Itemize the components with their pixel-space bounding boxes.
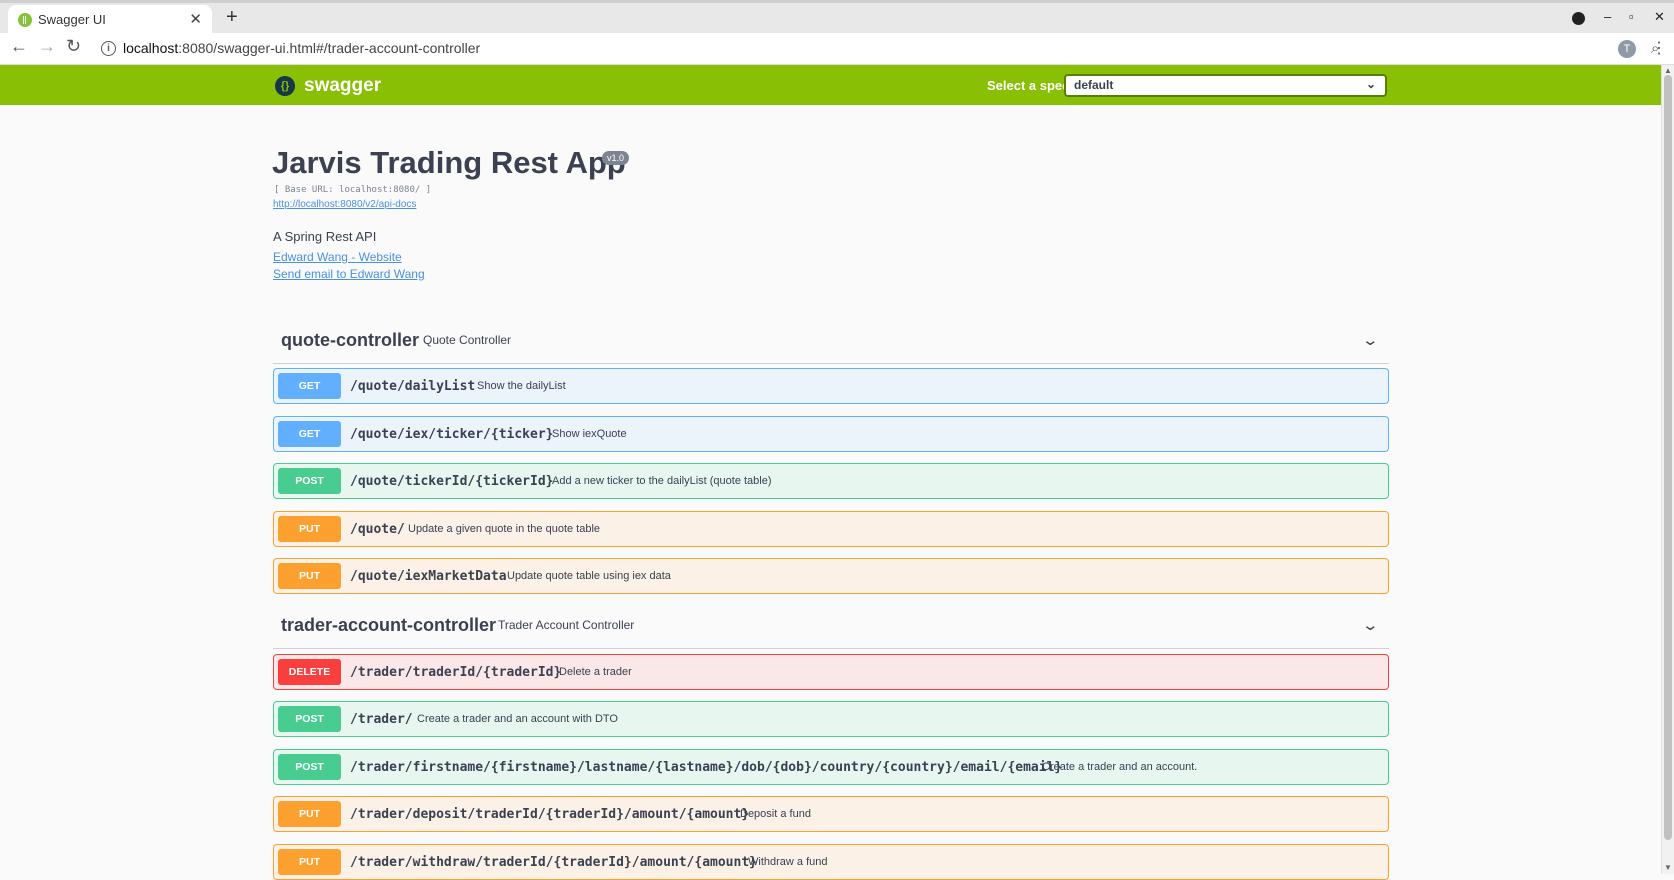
section-title: trader-account-controller — [281, 615, 497, 635]
operation-summary: Update quote table using iex data — [507, 570, 671, 582]
operation-row[interactable]: POST /trader/firstname/{firstname}/lastn… — [273, 749, 1389, 785]
reload-button[interactable]: ↻ — [66, 36, 81, 57]
page-title: Jarvis Trading Rest App — [272, 145, 626, 180]
info-icon[interactable]: i — [101, 41, 116, 56]
scroll-down-arrow-icon[interactable]: ▼ — [1664, 863, 1672, 872]
method-badge-post: POST — [278, 754, 341, 780]
chevron-down-icon[interactable]: ⌄ — [1362, 616, 1380, 634]
back-button[interactable]: ← — [10, 36, 28, 57]
operation-path: /trader/withdraw/traderId/{traderId}/amo… — [350, 855, 757, 870]
section-quote-controller[interactable]: quote-controller Quote Controller ⌄ — [273, 320, 1389, 364]
swagger-logo-icon[interactable]: {} — [275, 76, 295, 96]
method-badge-put: PUT — [278, 516, 341, 542]
swagger-brand[interactable]: swagger — [304, 75, 381, 97]
scrollbar-thumb[interactable] — [1664, 75, 1672, 840]
operation-summary: Add a new ticker to the dailyList (quote… — [552, 475, 772, 487]
method-badge-post: POST — [278, 468, 341, 494]
operation-row[interactable]: PUT /quote/iexMarketData Update quote ta… — [273, 558, 1389, 594]
tab-title: Swagger UI — [38, 12, 106, 27]
method-badge-delete: DELETE — [278, 659, 341, 685]
operation-summary: Withdraw a fund — [748, 856, 828, 868]
operation-row[interactable]: DELETE /trader/traderId/{traderId} Delet… — [273, 654, 1389, 690]
section-description: Trader Account Controller — [498, 618, 635, 632]
address-bar[interactable]: i localhost:8080/swagger-ui.html#/trader… — [96, 36, 1659, 62]
window-minimize-button[interactable]: – — [1604, 9, 1611, 24]
operation-row[interactable]: POST /trader/ Create a trader and an acc… — [273, 701, 1389, 737]
operation-path: /quote/iex/ticker/{ticker} — [350, 427, 554, 442]
chevron-down-icon[interactable]: ⌄ — [1362, 331, 1380, 349]
operation-path: /quote/dailyList — [350, 379, 476, 394]
section-title: quote-controller — [281, 330, 419, 350]
operation-path: /trader/firstname/{firstname}/lastname/{… — [350, 760, 1063, 775]
swagger-topbar: {} swagger Select a spec default ⌄ — [0, 65, 1661, 105]
method-badge-put: PUT — [278, 849, 341, 875]
browser-toolbar: ← → ↻ i localhost:8080/swagger-ui.html#/… — [0, 33, 1674, 65]
email-link[interactable]: Send email to Edward Wang — [273, 267, 425, 281]
spec-select-value: default — [1074, 78, 1114, 92]
profile-avatar[interactable]: T — [1618, 40, 1636, 58]
method-badge-get: GET — [278, 421, 341, 447]
operation-path: /quote/ — [350, 522, 405, 537]
window-maximize-button[interactable]: ▫ — [1629, 9, 1634, 24]
operation-path: /quote/tickerId/{tickerId} — [350, 474, 554, 489]
operation-row[interactable]: GET /quote/dailyList Show the dailyList — [273, 368, 1389, 404]
new-tab-button[interactable]: + — [226, 6, 238, 29]
operation-row[interactable]: PUT /trader/withdraw/traderId/{traderId}… — [273, 844, 1389, 880]
operation-summary: Create a trader and an account. — [1042, 761, 1198, 773]
operation-row[interactable]: PUT /trader/deposit/traderId/{traderId}/… — [273, 796, 1389, 832]
operation-row[interactable]: PUT /quote/ Update a given quote in the … — [273, 511, 1389, 547]
operation-summary: Create a trader and an account with DTO — [417, 713, 618, 725]
operation-summary: Show iexQuote — [552, 428, 627, 440]
swagger-favicon-icon — [18, 13, 32, 27]
browser-tabstrip: Swagger UI ✕ + – ▫ ✕ — [0, 0, 1674, 36]
url-path: :8080/swagger-ui.html#/trader-account-co… — [178, 40, 481, 56]
method-badge-put: PUT — [278, 563, 341, 589]
operation-path: /quote/iexMarketData — [350, 569, 507, 584]
chevron-down-icon: ⌄ — [1365, 77, 1376, 91]
api-description: A Spring Rest API — [273, 229, 377, 244]
base-url: [ Base URL: localhost:8080/ ] — [274, 185, 432, 195]
operation-row[interactable]: GET /quote/iex/ticker/{ticker} Show iexQ… — [273, 416, 1389, 452]
browser-tab[interactable]: Swagger UI ✕ — [8, 5, 212, 36]
window-close-button[interactable]: ✕ — [1654, 9, 1665, 25]
spec-select[interactable]: default ⌄ — [1064, 74, 1387, 97]
operation-summary: Delete a trader — [559, 666, 632, 678]
section-trader-account-controller[interactable]: trader-account-controller Trader Account… — [273, 605, 1389, 649]
url-text[interactable]: localhost:8080/swagger-ui.html#/trader-a… — [123, 40, 480, 56]
operation-row[interactable]: POST /quote/tickerId/{tickerId} Add a ne… — [273, 463, 1389, 499]
operation-summary: Show the dailyList — [477, 380, 566, 392]
section-description: Quote Controller — [423, 333, 512, 347]
forward-button[interactable]: → — [38, 36, 56, 57]
menu-icon[interactable]: ⋮ — [1651, 38, 1667, 58]
url-host: localhost — [123, 40, 179, 56]
method-badge-put: PUT — [278, 801, 341, 827]
scroll-up-arrow-icon[interactable]: ▲ — [1664, 66, 1672, 75]
website-link[interactable]: Edward Wang - Website — [273, 250, 402, 264]
method-badge-post: POST — [278, 706, 341, 732]
method-badge-get: GET — [278, 373, 341, 399]
browser-extension-icon[interactable] — [1572, 12, 1585, 25]
vertical-scrollbar[interactable]: ▲ ▼ — [1661, 65, 1674, 874]
operation-summary: Deposit a fund — [740, 808, 811, 820]
operation-path: /trader/deposit/traderId/{traderId}/amou… — [350, 807, 750, 822]
operation-summary: Update a given quote in the quote table — [408, 523, 601, 535]
api-docs-link[interactable]: http://localhost:8080/v2/api-docs — [273, 199, 416, 210]
operation-path: /trader/ — [350, 712, 413, 727]
version-badge: v1.0 — [602, 151, 630, 165]
operation-path: /trader/traderId/{traderId} — [350, 665, 562, 680]
spec-select-label: Select a spec — [987, 78, 1070, 93]
tab-close-icon[interactable]: ✕ — [189, 10, 202, 28]
